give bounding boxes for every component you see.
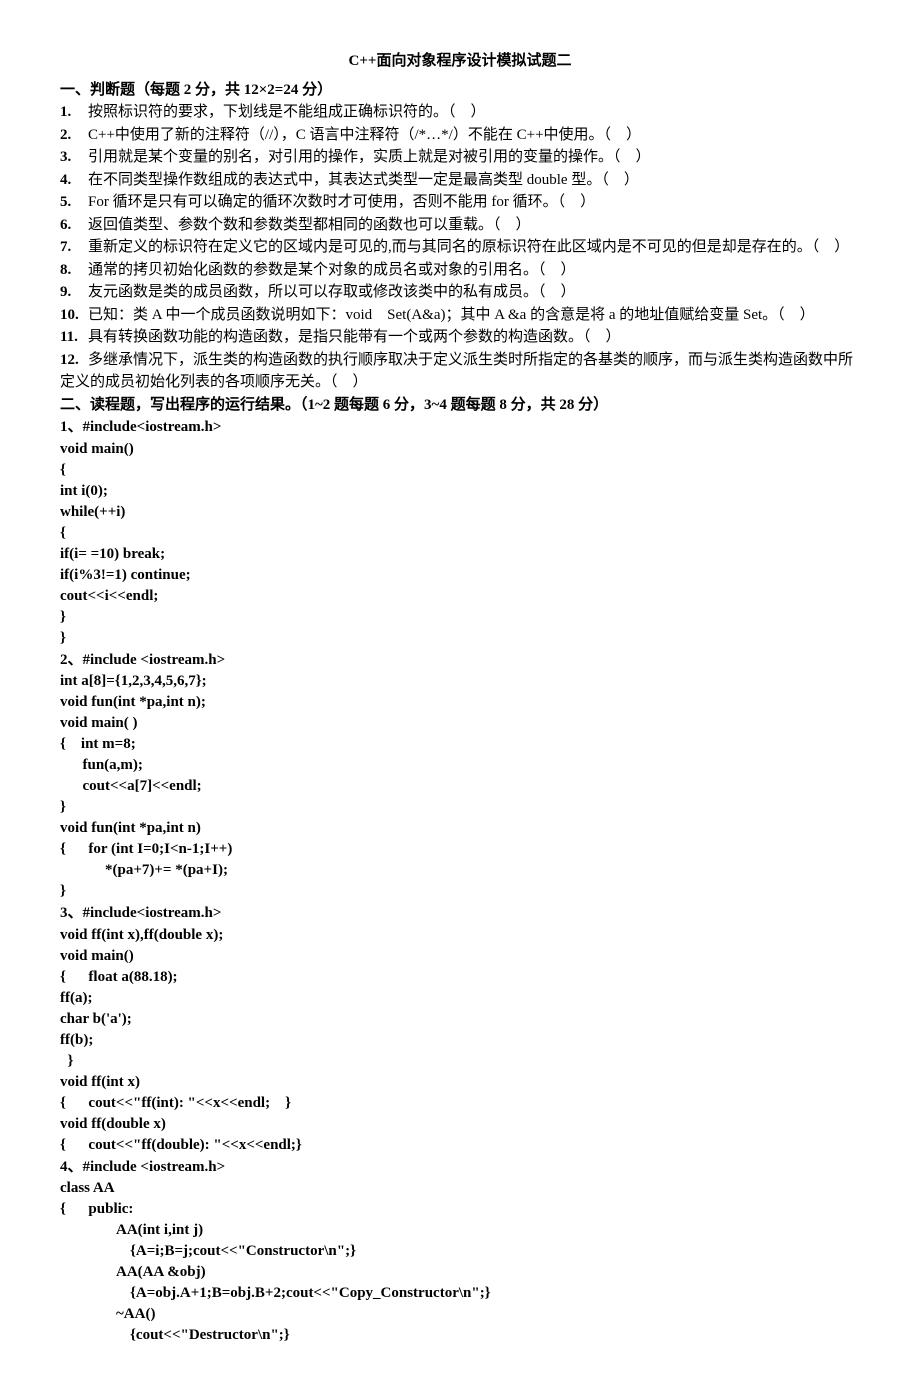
- judgement-item: 7.重新定义的标识符在定义它的区域内是可见的,而与其同名的原标识符在此区域内是不…: [60, 236, 860, 259]
- q1-label: 1、#include<iostream.h>: [60, 416, 860, 439]
- judgement-item: 1.按照标识符的要求，下划线是不能组成正确标识符的。（ ）: [60, 101, 860, 124]
- question-text: 友元函数是类的成员函数，所以可以存取或修改该类中的私有成员。（ ）: [88, 284, 576, 300]
- question-number: 2.: [60, 124, 88, 147]
- judgement-item: 8.通常的拷贝初始化函数的参数是某个对象的成员名或对象的引用名。（ ）: [60, 259, 860, 282]
- question-text: For 循环是只有可以确定的循环次数时才可使用，否则不能用 for 循环。（ ）: [88, 194, 595, 210]
- question-number: 1.: [60, 101, 88, 124]
- q2-label: 2、#include <iostream.h>: [60, 649, 860, 672]
- code-line: ~AA(): [60, 1304, 860, 1325]
- judgement-questions: 1.按照标识符的要求，下划线是不能组成正确标识符的。（ ）2.C++中使用了新的…: [60, 101, 860, 394]
- question-text: 按照标识符的要求，下划线是不能组成正确标识符的。（ ）: [88, 104, 486, 120]
- code-line: AA(int i,int j): [60, 1220, 860, 1241]
- q4-code: class AA{ public:AA(int i,int j){A=i;B=j…: [60, 1178, 860, 1346]
- question-number: 12.: [60, 349, 88, 372]
- judgement-item: 10.已知：类 A 中一个成员函数说明如下：void Set(A&a)；其中 A…: [60, 304, 860, 327]
- question-number: 3.: [60, 146, 88, 169]
- question-number: 6.: [60, 214, 88, 237]
- question-text: 已知：类 A 中一个成员函数说明如下：void Set(A&a)；其中 A &a…: [88, 307, 815, 323]
- code-line: class AA: [60, 1178, 860, 1199]
- q3-code: void ff(int x),ff(double x); void main()…: [60, 925, 860, 1156]
- judgement-item: 9.友元函数是类的成员函数，所以可以存取或修改该类中的私有成员。（ ）: [60, 281, 860, 304]
- question-number: 7.: [60, 236, 88, 259]
- question-text: 在不同类型操作数组成的表达式中，其表达式类型一定是最高类型 double 型。（…: [88, 172, 639, 188]
- question-text: C++中使用了新的注释符（//），C 语言中注释符（/*…*/）不能在 C++中…: [88, 127, 641, 143]
- question-text: 引用就是某个变量的别名，对引用的操作，实质上就是对被引用的变量的操作。（ ）: [88, 149, 651, 165]
- question-text: 多继承情况下，派生类的构造函数的执行顺序取决于定义派生类时所指定的各基类的顺序，…: [60, 352, 853, 391]
- question-number: 10.: [60, 304, 88, 327]
- question-number: 11.: [60, 326, 88, 349]
- q2-code: int a[8]={1,2,3,4,5,6,7}; void fun(int *…: [60, 671, 860, 902]
- code-line: AA(AA &obj): [60, 1262, 860, 1283]
- question-number: 8.: [60, 259, 88, 282]
- judgement-item: 3.引用就是某个变量的别名，对引用的操作，实质上就是对被引用的变量的操作。（ ）: [60, 146, 860, 169]
- code-line: {A=obj.A+1;B=obj.B+2;cout<<"Copy_Constru…: [60, 1283, 860, 1304]
- q4-label: 4、#include <iostream.h>: [60, 1156, 860, 1179]
- judgement-item: 11.具有转换函数功能的构造函数，是指只能带有一个或两个参数的构造函数。（ ）: [60, 326, 860, 349]
- question-number: 4.: [60, 169, 88, 192]
- judgement-item: 12.多继承情况下，派生类的构造函数的执行顺序取决于定义派生类时所指定的各基类的…: [60, 349, 860, 394]
- judgement-item: 2.C++中使用了新的注释符（//），C 语言中注释符（/*…*/）不能在 C+…: [60, 124, 860, 147]
- section2-header: 二、读程题，写出程序的运行结果。（1~2 题每题 6 分，3~4 题每题 8 分…: [60, 394, 860, 417]
- judgement-item: 6.返回值类型、参数个数和参数类型都相同的函数也可以重载。（ ）: [60, 214, 860, 237]
- question-number: 9.: [60, 281, 88, 304]
- section1-header: 一、判断题（每题 2 分，共 12×2=24 分）: [60, 79, 860, 102]
- question-text: 通常的拷贝初始化函数的参数是某个对象的成员名或对象的引用名。（ ）: [88, 262, 576, 278]
- code-line: { public:: [60, 1199, 860, 1220]
- question-text: 具有转换函数功能的构造函数，是指只能带有一个或两个参数的构造函数。（ ）: [88, 329, 621, 345]
- code-line: {A=i;B=j;cout<<"Constructor\n";}: [60, 1241, 860, 1262]
- page-title: C++面向对象程序设计模拟试题二: [60, 50, 860, 73]
- code-line: {cout<<"Destructor\n";}: [60, 1325, 860, 1346]
- judgement-item: 4.在不同类型操作数组成的表达式中，其表达式类型一定是最高类型 double 型…: [60, 169, 860, 192]
- question-text: 重新定义的标识符在定义它的区域内是可见的,而与其同名的原标识符在此区域内是不可见…: [88, 239, 849, 255]
- question-number: 5.: [60, 191, 88, 214]
- judgement-item: 5.For 循环是只有可以确定的循环次数时才可使用，否则不能用 for 循环。（…: [60, 191, 860, 214]
- question-text: 返回值类型、参数个数和参数类型都相同的函数也可以重载。（ ）: [88, 217, 531, 233]
- q1-code: void main() { int i(0); while(++i) { if(…: [60, 439, 860, 649]
- q3-label: 3、#include<iostream.h>: [60, 902, 860, 925]
